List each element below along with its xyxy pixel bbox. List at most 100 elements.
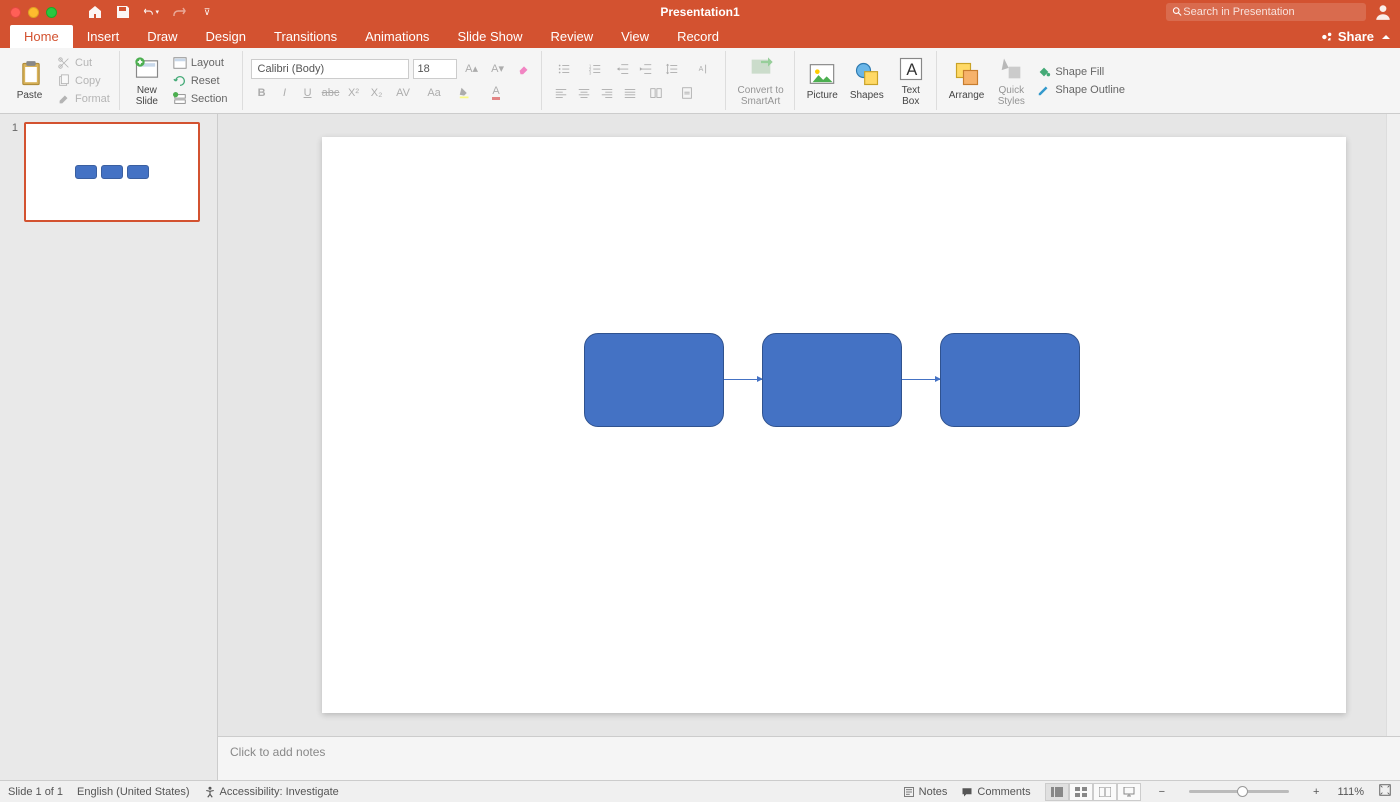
slide-viewport[interactable] <box>218 114 1400 736</box>
undo-icon[interactable]: ▾ <box>143 4 159 20</box>
quick-styles-icon <box>997 55 1025 83</box>
notes-pane[interactable]: Click to add notes <box>218 736 1400 780</box>
columns-button[interactable] <box>642 83 672 103</box>
justify-button[interactable] <box>619 83 641 103</box>
tab-review[interactable]: Review <box>536 25 607 48</box>
zoom-slider-thumb[interactable] <box>1237 786 1248 797</box>
decrease-font-button[interactable]: A▾ <box>487 59 509 79</box>
strikethrough-button[interactable]: abc <box>320 83 342 103</box>
superscript-button[interactable]: X² <box>343 83 365 103</box>
slideshow-view-button[interactable] <box>1117 783 1141 801</box>
vertical-scrollbar[interactable] <box>1386 114 1400 736</box>
arrow-connector-2[interactable] <box>902 379 940 380</box>
zoom-in-button[interactable]: + <box>1309 786 1323 798</box>
arrow-connector-1[interactable] <box>724 379 762 380</box>
slide-thumbnail-1[interactable] <box>24 122 200 222</box>
cut-button[interactable]: Cut <box>54 55 113 71</box>
slide-indicator[interactable]: Slide 1 of 1 <box>8 786 63 798</box>
insert-group: Picture Shapes A Text Box <box>797 51 937 110</box>
bullets-button[interactable] <box>550 59 580 79</box>
shapes-button[interactable]: Shapes <box>846 58 888 103</box>
tab-home[interactable]: Home <box>10 25 73 48</box>
tab-slideshow[interactable]: Slide Show <box>443 25 536 48</box>
character-spacing-button[interactable]: AV <box>389 83 419 103</box>
underline-button[interactable]: U <box>297 83 319 103</box>
italic-button[interactable]: I <box>274 83 296 103</box>
notes-toggle[interactable]: Notes <box>903 786 948 798</box>
rounded-rectangle-shape-2[interactable] <box>762 333 902 427</box>
paste-button[interactable]: Paste <box>12 58 50 103</box>
format-painter-button[interactable]: Format <box>54 91 113 107</box>
collapse-ribbon-icon[interactable] <box>1380 31 1392 43</box>
increase-indent-button[interactable] <box>635 59 657 79</box>
tab-record[interactable]: Record <box>663 25 733 48</box>
zoom-percentage[interactable]: 111% <box>1337 786 1364 798</box>
section-icon <box>173 92 187 106</box>
redo-icon[interactable] <box>171 4 187 20</box>
textbox-button[interactable]: A Text Box <box>892 53 930 109</box>
convert-smartart-button[interactable]: Convert to SmartArt <box>734 53 788 109</box>
change-case-button[interactable]: Aa <box>420 83 450 103</box>
maximize-window-button[interactable] <box>46 7 57 18</box>
align-right-button[interactable] <box>596 83 618 103</box>
quick-styles-button[interactable]: Quick Styles <box>992 53 1030 109</box>
numbering-button[interactable]: 123 <box>581 59 611 79</box>
subscript-button[interactable]: X₂ <box>366 83 388 103</box>
picture-button[interactable]: Picture <box>803 58 842 103</box>
slide-sorter-view-button[interactable] <box>1069 783 1093 801</box>
rounded-rectangle-shape-1[interactable] <box>584 333 724 427</box>
text-direction-button[interactable]: A <box>689 59 719 79</box>
slide-thumbnail-panel[interactable]: 1 <box>0 114 218 780</box>
accessibility-checker[interactable]: Accessibility: Investigate <box>204 786 339 798</box>
tab-animations[interactable]: Animations <box>351 25 443 48</box>
user-account-icon[interactable] <box>1374 3 1392 21</box>
minimize-window-button[interactable] <box>28 7 39 18</box>
rounded-rectangle-shape-3[interactable] <box>940 333 1080 427</box>
clear-formatting-button[interactable] <box>513 59 535 79</box>
zoom-slider[interactable] <box>1189 790 1289 793</box>
home-icon[interactable] <box>87 4 103 20</box>
decrease-indent-button[interactable] <box>612 59 634 79</box>
normal-view-button[interactable] <box>1045 783 1069 801</box>
arrange-button[interactable]: Arrange <box>945 58 989 103</box>
reset-button[interactable]: Reset <box>170 73 236 89</box>
section-button[interactable]: Section <box>170 91 236 107</box>
search-box[interactable] <box>1166 3 1366 21</box>
align-text-button[interactable] <box>673 83 703 103</box>
close-window-button[interactable] <box>10 7 21 18</box>
layout-button[interactable]: Layout <box>170 55 236 71</box>
font-size-select[interactable]: 18 <box>413 59 457 79</box>
align-center-button[interactable] <box>573 83 595 103</box>
indent-icon <box>639 62 653 76</box>
tab-draw[interactable]: Draw <box>133 25 191 48</box>
thumbnail-number: 1 <box>8 122 18 222</box>
picture-label: Picture <box>807 90 838 101</box>
shape-fill-button[interactable]: Shape Fill <box>1034 64 1133 80</box>
tab-insert[interactable]: Insert <box>73 25 134 48</box>
shape-outline-button[interactable]: Shape Outline <box>1034 82 1133 98</box>
share-button[interactable]: Share <box>1320 29 1374 44</box>
bold-button[interactable]: B <box>251 83 273 103</box>
search-input[interactable] <box>1183 6 1360 18</box>
customize-qat-icon[interactable]: ⊽ <box>199 4 215 20</box>
language-indicator[interactable]: English (United States) <box>77 786 190 798</box>
copy-button[interactable]: Copy <box>54 73 113 89</box>
tab-design[interactable]: Design <box>192 25 260 48</box>
fit-to-window-button[interactable] <box>1378 783 1392 800</box>
reading-view-button[interactable] <box>1093 783 1117 801</box>
increase-font-button[interactable]: A▴ <box>461 59 483 79</box>
highlight-button[interactable] <box>451 83 481 103</box>
line-spacing-button[interactable] <box>658 59 688 79</box>
align-left-button[interactable] <box>550 83 572 103</box>
accessibility-icon <box>204 786 216 798</box>
save-icon[interactable] <box>115 4 131 20</box>
comments-toggle[interactable]: Comments <box>961 786 1030 798</box>
slide-canvas[interactable] <box>322 137 1346 713</box>
new-slide-button[interactable]: New Slide <box>128 53 166 109</box>
tab-transitions[interactable]: Transitions <box>260 25 351 48</box>
quick-access-toolbar: ▾ ⊽ <box>87 4 215 20</box>
zoom-out-button[interactable]: − <box>1155 786 1169 798</box>
font-color-button[interactable]: A <box>482 83 512 103</box>
font-name-select[interactable]: Calibri (Body) <box>251 59 409 79</box>
tab-view[interactable]: View <box>607 25 663 48</box>
